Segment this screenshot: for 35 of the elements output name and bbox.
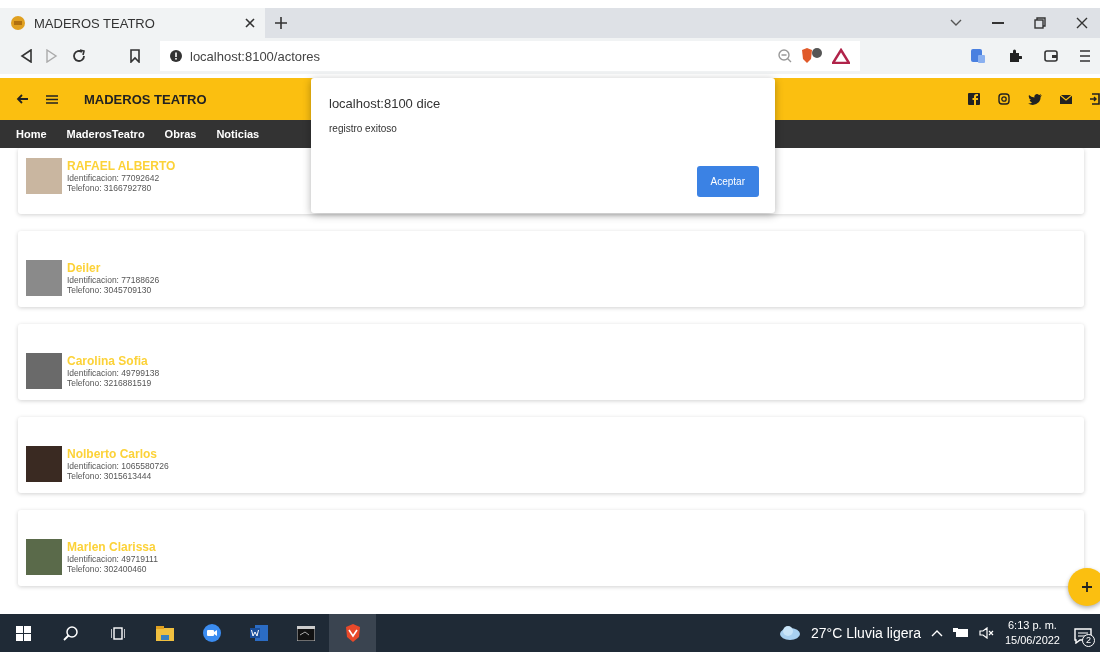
dialog-message: registro exitoso <box>329 123 398 134</box>
actor-identification: Identificacion: 1065580726 <box>67 461 169 471</box>
actor-phone: Telefono: 3166792780 <box>67 183 153 193</box>
actor-phone: Telefono: 3015613444 <box>67 471 153 481</box>
actor-identification: Identificacion: 77092642 <box>67 173 161 183</box>
actor-name: RAFAEL ALBERTO <box>67 159 176 173</box>
actor-name: Carolina Sofia <box>67 354 149 368</box>
actor-identification: Identificacion: 49719111 <box>67 554 158 564</box>
accept-button[interactable]: Aceptar <box>696 166 759 197</box>
nav-link[interactable]: Noticias <box>206 128 270 140</box>
actor-name: Nolberto Carlos <box>67 447 158 461</box>
app-title: MADEROS TEATRO <box>84 91 207 107</box>
actor-card[interactable]: Nolberto Carlos Identificacion: 1065580726 Telefono: 3015613444 <box>18 417 1084 493</box>
weather-text: 27°C Lluvia ligera <box>811 625 921 641</box>
clock-date: 15/06/2022 <box>1004 633 1060 648</box>
browser-tab[interactable]: MADEROS TEATRO <box>0 8 265 38</box>
clock-time: 6:13 p. m. <box>1008 618 1057 633</box>
actor-phone: Telefono: 302400460 <box>67 564 148 574</box>
nav-link[interactable]: Obras <box>154 128 207 140</box>
actor-name: Marlen Clarissa <box>67 540 157 554</box>
actor-identification: Identificacion: 77188626 <box>67 275 160 285</box>
actor-card[interactable]: Marlen Clarissa Identificacion: 49719111 Telefono: 302400460 <box>18 510 1084 586</box>
actor-card[interactable]: Deiler Identificacion: 77188626 Telefono: 3045709130 <box>18 231 1084 307</box>
tab-title: MADEROS TEATRO <box>34 15 156 31</box>
dialog-title: localhost:8100 dice <box>329 96 442 111</box>
address-bar[interactable]: localhost:8100/actores <box>160 41 860 71</box>
actor-identification: Identificacion: 49799138 <box>67 368 160 378</box>
notification-count: 2 <box>1082 634 1095 647</box>
url-text: localhost:8100/actores <box>190 48 322 64</box>
nav-link[interactable]: MaderosTeatro <box>56 128 155 140</box>
actor-name: Deiler <box>67 261 102 275</box>
actor-card[interactable]: Carolina Sofia Identificacion: 49799138 Telefono: 3216881519 <box>18 324 1084 400</box>
actor-phone: Telefono: 3045709130 <box>67 285 153 295</box>
nav-link[interactable]: Home <box>6 128 57 140</box>
actor-phone: Telefono: 3216881519 <box>67 378 153 388</box>
